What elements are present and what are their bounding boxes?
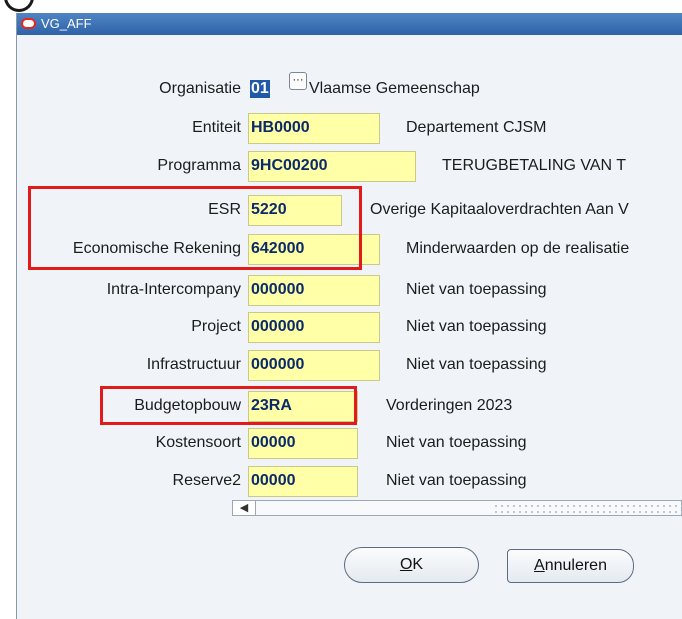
description-project: Niet van toepassing (406, 318, 547, 335)
label-kostensoort: Kostensoort (155, 434, 241, 451)
label-infrastructuur: Infrastructuur (146, 356, 241, 373)
infrastructuur-field[interactable]: 000000 (248, 350, 380, 381)
label-intra-intercompany: Intra-Intercompany (106, 281, 241, 298)
ok-mnemonic: O (399, 556, 413, 573)
lov-button[interactable]: ··· (289, 72, 307, 90)
label-programma: Programma (157, 157, 241, 174)
description-organisatie: Vlaamse Gemeenschap (309, 80, 480, 97)
description-intra-intercompany: Niet van toepassing (406, 281, 547, 298)
description-esr: Overige Kapitaaloverdrachten Aan V (370, 201, 629, 218)
annuleren-mnemonic: A (534, 557, 545, 574)
annuleren-label-rest: nnuleren (544, 557, 607, 574)
highlight-box-budgetopbouw (100, 386, 357, 425)
cropped-circle-icon (4, 0, 34, 12)
organisatie-value: 01 (250, 80, 270, 98)
arrow-left-icon[interactable]: ◀ (233, 501, 256, 515)
top-strip (0, 0, 682, 14)
entiteit-field[interactable]: HB0000 (248, 113, 380, 144)
project-field[interactable]: 000000 (248, 312, 380, 343)
description-budgetopbouw: Vorderingen 2023 (386, 397, 513, 414)
reserve2-field[interactable]: 00000 (248, 466, 358, 497)
highlight-box-esr-economische (28, 186, 362, 270)
kostensoort-field[interactable]: 00000 (248, 428, 358, 459)
intra-intercompany-field[interactable]: 000000 (248, 275, 380, 306)
window-title: VG_AFF (41, 16, 92, 31)
description-reserve2: Niet van toepassing (386, 472, 527, 489)
label-entiteit: Entiteit (192, 119, 241, 136)
horizontal-scrollbar[interactable]: ◀ (232, 500, 682, 516)
oracle-logo-icon (21, 18, 36, 29)
description-entiteit: Departement CJSM (406, 119, 547, 136)
label-project: Project (191, 318, 241, 335)
description-infrastructuur: Niet van toepassing (406, 356, 547, 373)
programma-field[interactable]: 9HC00200 (248, 151, 416, 182)
annuleren-button[interactable]: Annuleren (507, 549, 634, 583)
description-economische-rekening: Minderwaarden op de realisatie (406, 240, 630, 257)
label-reserve2: Reserve2 (172, 472, 241, 489)
scroll-thumb[interactable] (493, 503, 682, 513)
description-programma: TERUGBETALING VAN T (442, 157, 627, 174)
label-organisatie: Organisatie (159, 80, 241, 97)
ellipsis-icon: ··· (292, 74, 304, 86)
ok-button[interactable]: OK (344, 547, 479, 583)
title-bar[interactable]: VG_AFF (17, 13, 682, 35)
organisatie-field[interactable]: 01 (248, 75, 288, 106)
ok-label-rest: K (412, 556, 424, 573)
description-kostensoort: Niet van toepassing (386, 434, 527, 451)
